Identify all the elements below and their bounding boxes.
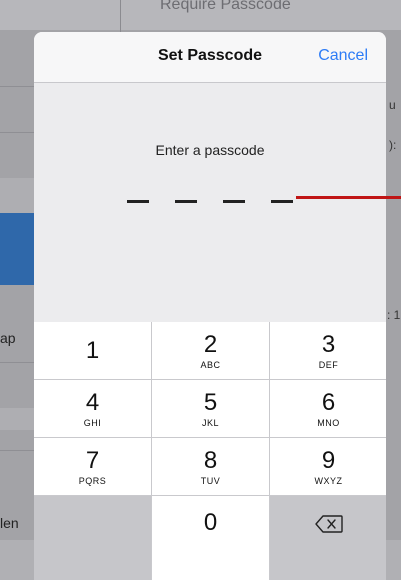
background-row xyxy=(0,178,34,213)
key-digit: 7 xyxy=(85,446,100,474)
passcode-slot xyxy=(127,200,149,203)
number-keypad: 1 2 ABC 3 DEF 4 GHI 5 JKL 6 MNO 7 PQRS 8… xyxy=(34,322,386,580)
key-digit: 6 xyxy=(321,388,336,416)
passcode-slot xyxy=(271,200,293,203)
key-digit: 8 xyxy=(203,446,218,474)
key-letters: PQRS xyxy=(78,475,107,486)
background-label: ap xyxy=(0,330,16,346)
background-right-text: ): xyxy=(389,138,397,152)
background-title: Require Passcode xyxy=(160,0,291,13)
key-letters: DEF xyxy=(318,359,339,370)
key-letters: TUV xyxy=(200,475,221,486)
key-4[interactable]: 4 GHI xyxy=(34,380,151,437)
background-right-text: u xyxy=(389,98,396,112)
key-blank xyxy=(34,496,151,580)
key-digit: 4 xyxy=(85,388,100,416)
passcode-slot xyxy=(223,200,245,203)
key-letters: ABC xyxy=(200,359,221,370)
dialog-navbar: Set Passcode Cancel xyxy=(34,32,386,83)
background-selected-row xyxy=(0,213,34,285)
key-0[interactable]: 0 xyxy=(152,496,269,580)
background-row xyxy=(0,408,34,430)
passcode-entry[interactable] xyxy=(127,200,297,210)
key-7[interactable]: 7 PQRS xyxy=(34,438,151,495)
key-letters: WXYZ xyxy=(314,475,343,486)
key-digit: 1 xyxy=(85,336,100,364)
key-letters: MNO xyxy=(317,417,340,428)
key-digit: 2 xyxy=(203,330,218,358)
key-digit: 5 xyxy=(203,388,218,416)
key-6[interactable]: 6 MNO xyxy=(270,380,386,437)
key-2[interactable]: 2 ABC xyxy=(152,322,269,379)
key-5[interactable]: 5 JKL xyxy=(152,380,269,437)
cancel-button[interactable]: Cancel xyxy=(318,47,368,65)
background-label: len xyxy=(0,515,19,531)
key-9[interactable]: 9 WXYZ xyxy=(270,438,386,495)
key-digit: 0 xyxy=(203,509,218,536)
key-8[interactable]: 8 TUV xyxy=(152,438,269,495)
key-letters: JKL xyxy=(201,417,219,428)
passcode-prompt: Enter a passcode xyxy=(155,142,265,158)
key-digit: 9 xyxy=(321,446,336,474)
background-right-text: : 1 xyxy=(387,308,401,322)
key-3[interactable]: 3 DEF xyxy=(270,322,386,379)
key-digit: 3 xyxy=(321,330,336,358)
key-1[interactable]: 1 xyxy=(34,322,151,379)
passcode-slot xyxy=(175,200,197,203)
key-letters: GHI xyxy=(83,417,102,428)
set-passcode-dialog: Set Passcode Cancel Enter a passcode 1 2… xyxy=(34,32,386,580)
backspace-icon xyxy=(314,514,344,534)
background-header: Require Passcode xyxy=(0,0,401,30)
annotation-line xyxy=(296,196,401,199)
backspace-button[interactable] xyxy=(270,496,386,580)
